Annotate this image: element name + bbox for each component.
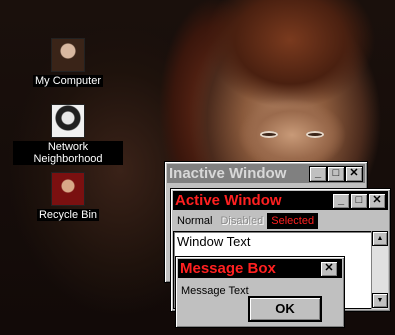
close-button[interactable]: ✕ xyxy=(320,261,338,277)
menu-item-selected[interactable]: Selected xyxy=(267,213,319,229)
menu-item-normal[interactable]: Normal xyxy=(173,213,216,229)
maximize-button[interactable]: □ xyxy=(327,166,345,182)
minimize-button[interactable]: _ xyxy=(309,166,327,182)
inactive-window-titlebar[interactable]: Inactive Window _ □ ✕ xyxy=(167,164,365,183)
active-window-title: Active Window xyxy=(175,192,282,209)
recycle-bin-icon xyxy=(51,172,85,206)
wallpaper-eye-right xyxy=(306,131,324,138)
close-button[interactable]: ✕ xyxy=(345,166,363,182)
desktop-icon-recycle-bin[interactable]: Recycle Bin xyxy=(13,172,123,221)
icon-label: Recycle Bin xyxy=(36,209,100,221)
vertical-scrollbar[interactable]: ▲ ▼ xyxy=(371,231,388,309)
message-box-title: Message Box xyxy=(180,260,276,277)
close-button[interactable]: ✕ xyxy=(368,193,386,209)
menu-item-disabled: Disabled xyxy=(220,215,264,227)
scroll-down-icon[interactable]: ▼ xyxy=(372,293,388,308)
inactive-window-title: Inactive Window xyxy=(169,165,287,182)
ok-button[interactable]: OK xyxy=(249,297,321,321)
network-neighborhood-icon xyxy=(51,104,85,138)
wallpaper-eye-left xyxy=(260,131,278,138)
message-box[interactable]: Message Box ✕ Message Text OK xyxy=(175,256,345,328)
window-text: Window Text xyxy=(177,234,251,249)
maximize-button[interactable]: □ xyxy=(350,193,368,209)
scroll-up-icon[interactable]: ▲ xyxy=(372,231,388,246)
icon-label: Network Neighborhood xyxy=(13,141,123,165)
desktop-icon-network-neighborhood[interactable]: Network Neighborhood xyxy=(13,104,123,165)
message-text: Message Text xyxy=(181,285,249,297)
active-window-titlebar[interactable]: Active Window _ □ ✕ xyxy=(173,191,388,210)
message-box-titlebar[interactable]: Message Box ✕ xyxy=(178,259,342,278)
minimize-button[interactable]: _ xyxy=(332,193,350,209)
icon-label: My Computer xyxy=(32,75,104,87)
my-computer-icon xyxy=(51,38,85,72)
desktop-icon-my-computer[interactable]: My Computer xyxy=(13,38,123,87)
menu-bar: Normal Disabled Selected xyxy=(173,213,388,229)
